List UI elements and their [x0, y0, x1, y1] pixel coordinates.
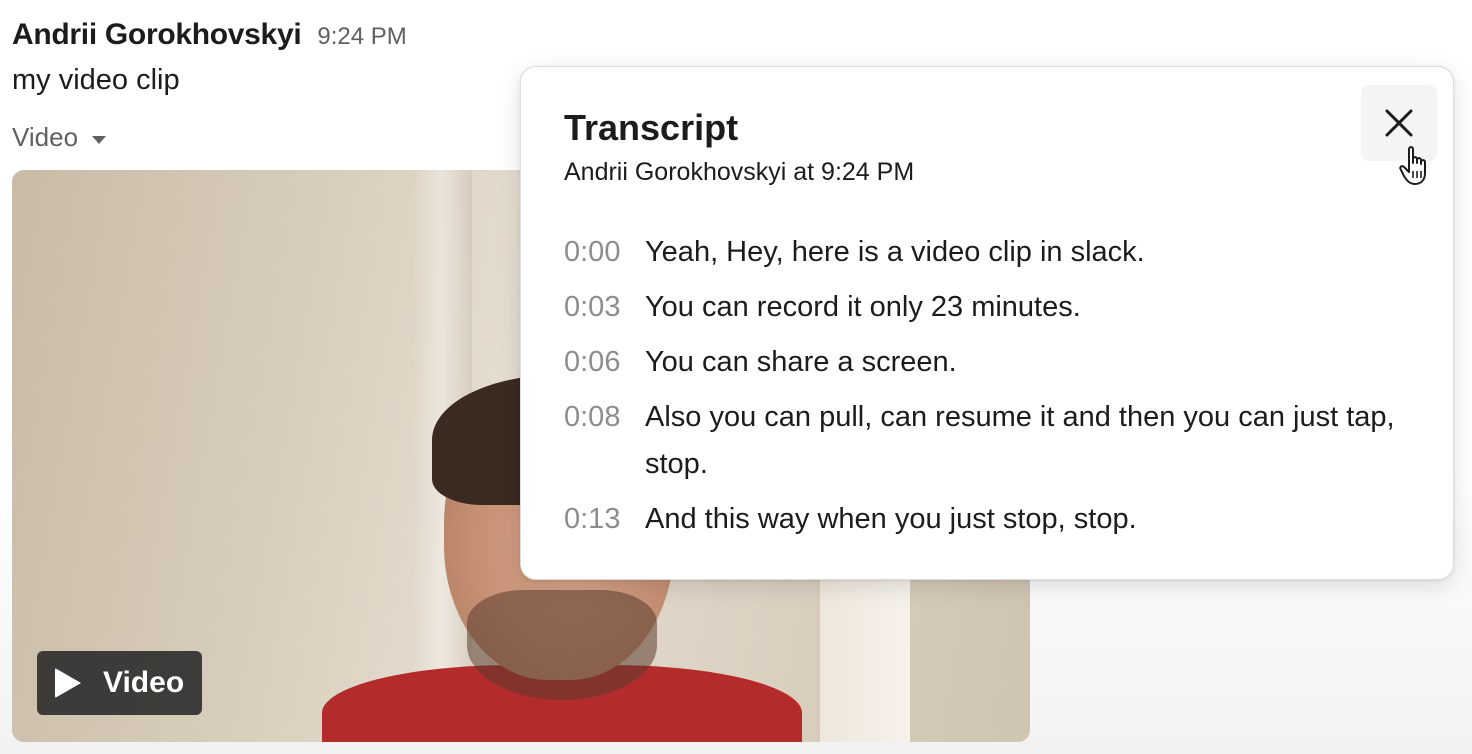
transcript-line-time[interactable]: 0:03 — [564, 284, 645, 331]
transcript-subtitle: Andrii Gorokhovskyi at 9:24 PM — [564, 158, 915, 186]
video-frame-door — [817, 570, 910, 742]
transcript-line: 0:13 And this way when you just stop, st… — [564, 496, 1414, 543]
play-video-button[interactable]: Video — [37, 651, 203, 715]
transcript-lines: 0:00 Yeah, Hey, here is a video clip in … — [564, 229, 1414, 551]
transcript-line: 0:03 You can record it only 23 minutes. — [564, 284, 1414, 331]
transcript-line-text: And this way when you just stop, stop. — [645, 503, 1137, 535]
transcript-line-text: You can share a screen. — [645, 346, 957, 378]
transcript-line-text: Also you can pull, can resume it and the… — [645, 401, 1395, 480]
transcript-line: 0:06 You can share a screen. — [564, 339, 1414, 386]
transcript-line-text: Yeah, Hey, here is a video clip in slack… — [645, 236, 1145, 268]
transcript-popover: Transcript Andrii Gorokhovskyi at 9:24 P… — [520, 66, 1454, 580]
message-text: my video clip — [12, 64, 180, 96]
video-frame-beard — [467, 590, 657, 700]
transcript-line-text: You can record it only 23 minutes. — [645, 291, 1081, 323]
play-icon — [55, 668, 81, 698]
video-badge-label: Video — [103, 666, 185, 699]
chevron-down-icon — [92, 135, 107, 144]
transcript-line-time[interactable]: 0:00 — [564, 229, 645, 276]
transcript-line-time[interactable]: 0:06 — [564, 339, 645, 386]
close-icon — [1385, 109, 1413, 137]
transcript-line: 0:08 Also you can pull, can resume it an… — [564, 394, 1414, 488]
transcript-line-time[interactable]: 0:13 — [564, 496, 645, 543]
transcript-line: 0:00 Yeah, Hey, here is a video clip in … — [564, 229, 1414, 276]
attachment-label: Video — [12, 122, 79, 152]
slack-message-view: Andrii Gorokhovskyi 9:24 PM my video cli… — [0, 0, 1472, 754]
hand-pointer-icon — [1399, 146, 1426, 185]
message-timestamp[interactable]: 9:24 PM — [317, 23, 406, 51]
message-header: Andrii Gorokhovskyi 9:24 PM — [12, 18, 407, 52]
transcript-line-time[interactable]: 0:08 — [564, 394, 645, 441]
transcript-title: Transcript — [564, 107, 739, 148]
message-author[interactable]: Andrii Gorokhovskyi — [12, 18, 302, 52]
attachment-toggle[interactable]: Video — [12, 122, 107, 153]
